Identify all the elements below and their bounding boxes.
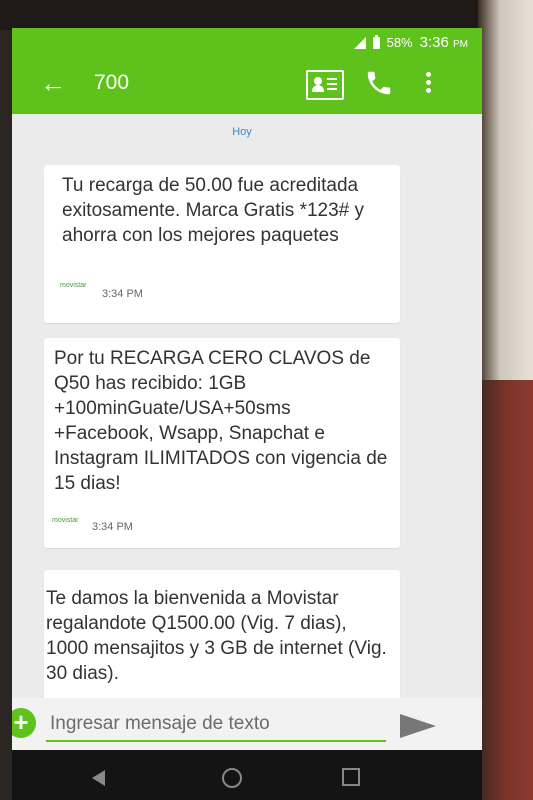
nav-back-icon[interactable] <box>92 770 105 786</box>
message-input[interactable] <box>46 708 386 742</box>
message-text: Por tu RECARGA CERO CLAVOS de Q50 has re… <box>54 348 388 494</box>
status-indicators: 58% 3:36 PM <box>353 34 468 51</box>
conversation-title: 700 <box>94 71 130 94</box>
message-bubble[interactable]: Por tu RECARGA CERO CLAVOS de Q50 has re… <box>44 338 400 548</box>
message-time: 3:34 PM <box>92 521 133 533</box>
paper-print <box>487 60 527 380</box>
message-sender: movistar <box>52 517 79 524</box>
clock: 3:36 PM <box>419 34 468 51</box>
message-composer: + <box>12 698 482 750</box>
contact-card-icon[interactable] <box>306 70 344 100</box>
status-bar: 58% 3:36 PM <box>12 28 482 56</box>
nav-home-icon[interactable] <box>222 768 242 788</box>
background-fabric <box>478 380 533 800</box>
message-time: 3:34 PM <box>102 288 143 300</box>
send-icon[interactable] <box>400 714 436 738</box>
system-nav-bar <box>12 750 482 800</box>
message-sender: movistar <box>60 282 87 289</box>
app-bar: ← 700 <box>12 56 482 114</box>
message-text: Te damos la bienvenida a Movistar regala… <box>46 588 387 684</box>
arrow-left-icon[interactable]: ← <box>40 68 66 98</box>
message-bubble[interactable]: Tu recarga de 50.00 fue acreditada exito… <box>44 165 400 323</box>
battery-icon <box>372 34 380 49</box>
nav-recents-icon[interactable] <box>342 768 360 786</box>
add-attachment-icon[interactable]: + <box>12 708 36 738</box>
phone-icon[interactable] <box>364 68 394 98</box>
date-separator: Hoy <box>232 126 252 138</box>
signal-icon <box>353 36 366 49</box>
message-text: Tu recarga de 50.00 fue acreditada exito… <box>62 175 365 246</box>
phone-bezel <box>0 0 533 30</box>
battery-level: 58% <box>386 35 413 50</box>
messaging-screen: 58% 3:36 PM ← 700 Hoy Tu recarga de 50.0… <box>12 28 482 800</box>
more-options-icon[interactable] <box>426 72 432 96</box>
